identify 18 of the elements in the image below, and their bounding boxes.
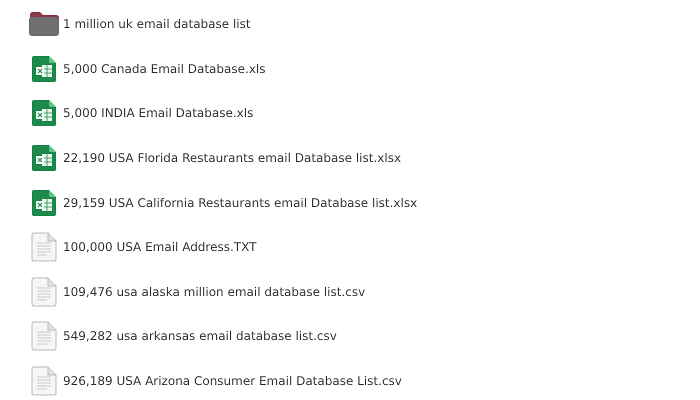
text-file-icon <box>30 232 56 262</box>
spreadsheet-icon <box>30 54 56 83</box>
text-file-icon <box>30 276 56 307</box>
file-name[interactable]: 5,000 Canada Email Database.xls <box>63 62 266 76</box>
file-name[interactable]: 22,190 USA Florida Restaurants email Database list.xlsx <box>63 151 402 166</box>
spreadsheet-icon <box>30 144 56 172</box>
file-name[interactable]: 29,159 USA California Restaurants email Database list.xlsx <box>63 196 418 210</box>
text-file-icon <box>30 366 56 396</box>
file-name[interactable]: 926,189 USA Arizona Consumer Email Database List.csv <box>63 374 402 388</box>
folder-icon <box>28 11 60 38</box>
file-name[interactable]: 549,282 usa arkansas email database list.csv <box>63 329 337 344</box>
file-name[interactable]: 1 million uk email database list <box>63 17 251 32</box>
spreadsheet-icon <box>30 188 56 217</box>
text-file-icon <box>30 321 56 352</box>
file-name[interactable]: 109,476 usa alaska million email database list.csv <box>63 284 366 299</box>
file-name[interactable]: 100,000 USA Email Address.TXT <box>63 240 256 254</box>
spreadsheet-icon <box>30 99 56 128</box>
file-name[interactable]: 5,000 INDIA Email Database.xls <box>63 106 254 120</box>
